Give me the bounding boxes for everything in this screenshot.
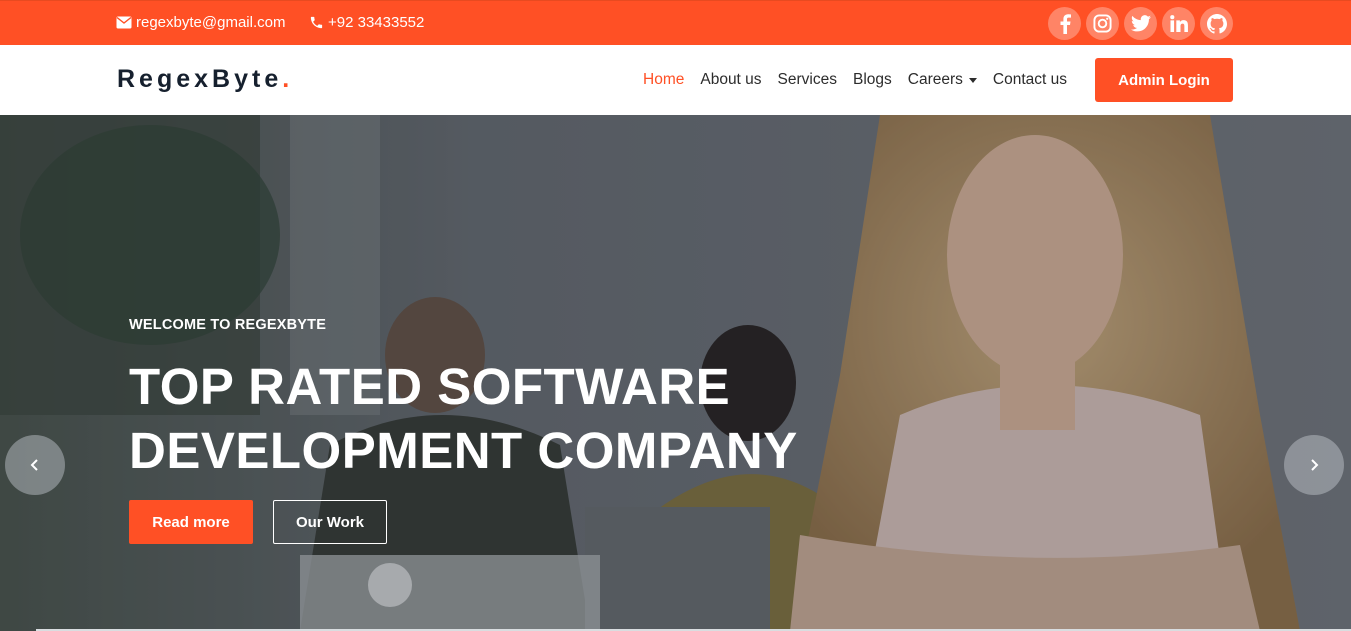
nav-home[interactable]: Home <box>643 71 684 89</box>
github-icon <box>1206 13 1227 34</box>
linkedin-icon <box>1169 15 1188 32</box>
nav-careers-dropdown[interactable]: Careers <box>908 71 977 89</box>
our-work-button[interactable]: Our Work <box>273 500 387 544</box>
caret-down-icon <box>968 77 977 83</box>
brand-logo[interactable]: RegexByte. <box>117 65 289 94</box>
nav-careers-label: Careers <box>907 71 963 88</box>
brand-dot: . <box>282 65 290 93</box>
read-more-button[interactable]: Read more <box>129 500 253 544</box>
instagram-icon <box>1093 14 1112 33</box>
admin-login-button[interactable]: Admin Login <box>1095 58 1233 102</box>
social-links <box>1048 7 1233 40</box>
nav-blogs[interactable]: Blogs <box>853 71 892 89</box>
facebook-icon <box>1060 13 1071 34</box>
email-text: regexbyte@gmail.com <box>136 14 286 31</box>
github-link[interactable] <box>1200 7 1233 40</box>
hero-subtitle: WELCOME TO REGEXBYTE <box>129 317 327 333</box>
brand-name: RegexByte <box>117 65 283 93</box>
twitter-icon <box>1130 15 1151 32</box>
nav-menu: Home About us Services Blogs Careers Con… <box>643 71 1083 89</box>
phone-contact[interactable]: +92 33433552 <box>309 14 424 31</box>
carousel-prev-button[interactable] <box>5 435 65 495</box>
hero-title-line2: DEVELOPMENT COMPANY <box>129 422 798 479</box>
twitter-link[interactable] <box>1124 7 1157 40</box>
chevron-left-icon <box>30 459 38 471</box>
phone-icon <box>310 16 323 29</box>
main-navbar: RegexByte. Home About us Services Blogs … <box>0 45 1351 115</box>
chevron-right-icon <box>1311 459 1319 471</box>
nav-services[interactable]: Services <box>778 71 837 89</box>
carousel-next-button[interactable] <box>1284 435 1344 495</box>
nav-about-us[interactable]: About us <box>700 71 761 89</box>
hero-title-line1: TOP RATED SOFTWARE <box>129 358 731 415</box>
envelope-icon <box>116 16 132 29</box>
nav-contact-us[interactable]: Contact us <box>993 71 1067 89</box>
top-contact-bar: regexbyte@gmail.com +92 33433552 <box>0 0 1351 45</box>
hero-carousel: WELCOME TO REGEXBYTE TOP RATED SOFTWARE … <box>0 115 1351 631</box>
phone-text: +92 33433552 <box>328 14 425 31</box>
hero-title: TOP RATED SOFTWARE DEVELOPMENT COMPANY <box>129 355 829 483</box>
linkedin-link[interactable] <box>1162 7 1195 40</box>
email-contact[interactable]: regexbyte@gmail.com <box>116 14 285 31</box>
facebook-link[interactable] <box>1048 7 1081 40</box>
instagram-link[interactable] <box>1086 7 1119 40</box>
